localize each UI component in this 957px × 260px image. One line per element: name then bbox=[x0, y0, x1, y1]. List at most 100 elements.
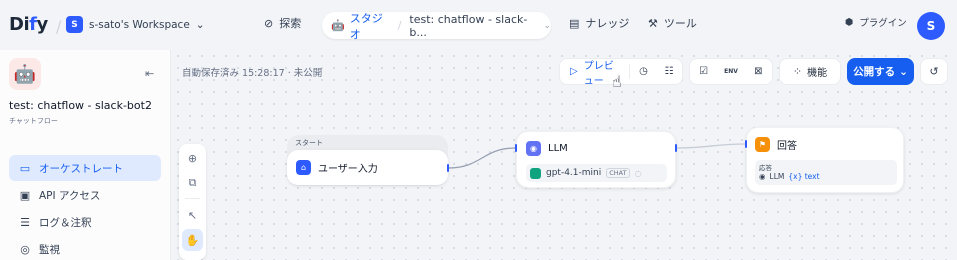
chevron-down-icon: ⌄ bbox=[899, 65, 908, 78]
model-settings-icon: ◌ bbox=[634, 168, 642, 178]
answer-node-title: 回答 bbox=[777, 141, 797, 152]
llm-mini-icon: ◉ bbox=[759, 172, 766, 181]
features-button[interactable]: ⁘ 機能 bbox=[779, 58, 841, 85]
llm-node-header: ◉ LLM bbox=[526, 141, 568, 156]
answer-var-name: {x} text bbox=[788, 172, 820, 181]
nav-explore-label: 探索 bbox=[279, 17, 302, 30]
top-bar: Dify / S s-sato's Workspace ⌄ ⊘ 探索 🤖 スタジ… bbox=[0, 0, 957, 50]
workspace-name: s-sato's Workspace bbox=[89, 18, 190, 31]
conversation-vars-button[interactable]: ☑ bbox=[690, 59, 717, 84]
canvas-tools: ⊕ ⧉ ↖ ✋ bbox=[179, 144, 206, 260]
llm-node-title: LLM bbox=[548, 143, 568, 154]
note-icon: ⧉ bbox=[188, 176, 197, 189]
sidebar-item-label: API アクセス bbox=[39, 189, 101, 202]
hand-icon: ✋ bbox=[185, 233, 200, 247]
model-name: gpt-4.1-mini bbox=[546, 168, 602, 178]
variable-button[interactable]: ⊠ bbox=[745, 59, 772, 84]
current-app-selector[interactable]: test: chatflow - slack-b... bbox=[409, 13, 532, 39]
hammer-icon: ⚒ bbox=[648, 16, 658, 30]
answer-var-node: LLM bbox=[769, 172, 785, 181]
env-icon: ENV bbox=[724, 68, 738, 75]
book-icon: ▤ bbox=[569, 16, 580, 30]
start-group-label: スタート bbox=[295, 139, 323, 147]
divider: / bbox=[56, 17, 62, 36]
chevron-down-icon: ⌄ bbox=[195, 18, 205, 31]
workspace-badge: S bbox=[66, 16, 83, 33]
answer-node-header: ⚑ 回答 bbox=[755, 137, 797, 152]
app-type: チャットフロー bbox=[9, 117, 58, 125]
model-mode-badge: CHAT bbox=[606, 168, 630, 178]
publish-label: 公開する bbox=[853, 66, 896, 78]
version-history-button[interactable]: ↺ bbox=[920, 58, 948, 85]
terminal-icon: ▣ bbox=[19, 188, 31, 202]
nav-plugins-label: プラグイン bbox=[859, 18, 907, 29]
sidebar-item-label: ログ＆注釈 bbox=[39, 216, 92, 229]
answer-node[interactable]: ⚑ 回答 応答 ◉ LLM {x} text bbox=[746, 127, 904, 193]
home-icon: ⌂ bbox=[296, 160, 311, 175]
sidebar-collapse-icon[interactable]: ⇤ bbox=[145, 67, 154, 80]
hand-tool[interactable]: ✋ bbox=[182, 229, 203, 251]
avatar[interactable]: S bbox=[917, 12, 945, 40]
workflow-canvas[interactable]: 自動保存済み 15:28:17 · 未公開 ▷ プレビュー ◷ ☷ ☑ ENV … bbox=[172, 50, 957, 260]
answer-variable: ◉ LLM {x} text bbox=[759, 172, 820, 181]
autosave-status: 自動保存済み 15:28:17 · 未公開 bbox=[182, 68, 323, 79]
nav-studio-label: スタジオ bbox=[349, 11, 383, 41]
sidebar-item-logs[interactable]: ☰ ログ＆注釈 bbox=[9, 209, 161, 235]
llm-node[interactable]: ◉ LLM gpt-4.1-mini CHAT ◌ bbox=[516, 131, 676, 188]
sidebar-item-label: 監視 bbox=[39, 243, 60, 256]
llm-model-selector[interactable]: gpt-4.1-mini CHAT ◌ bbox=[526, 164, 667, 182]
file-list-icon: ☰ bbox=[20, 215, 30, 229]
add-node-button[interactable]: ⊕ bbox=[179, 147, 206, 169]
nav-knowledge-label: ナレッジ bbox=[585, 17, 630, 30]
play-icon: ▷ bbox=[570, 66, 578, 77]
start-output-handle[interactable] bbox=[447, 164, 449, 172]
monitor-icon: ◎ bbox=[20, 242, 30, 256]
app-robot-icon: 🤖 bbox=[9, 58, 41, 90]
message-icon: ☑ bbox=[699, 66, 709, 77]
run-history-button[interactable]: ◷ bbox=[630, 59, 657, 84]
nav-studio[interactable]: 🤖 スタジオ / test: chatflow - slack-b... ⌄ bbox=[322, 11, 551, 41]
workspace-switcher[interactable]: S s-sato's Workspace ⌄ bbox=[66, 16, 205, 33]
dify-logo[interactable]: Dify bbox=[9, 14, 48, 35]
sidebar-item-orchestrate[interactable]: ▭ オーケストレート bbox=[9, 155, 161, 181]
answer-icon: ⚑ bbox=[755, 137, 770, 152]
variable-icon: ⊠ bbox=[754, 66, 763, 77]
nav-knowledge[interactable]: ▤ ナレッジ bbox=[569, 15, 629, 31]
checklist-button[interactable]: ☷ bbox=[657, 59, 681, 84]
robot-icon: 🤖 bbox=[331, 19, 345, 32]
cursor-icon: ↖ bbox=[187, 208, 198, 222]
compass-icon: ⊘ bbox=[264, 16, 274, 30]
add-note-button[interactable]: ⧉ bbox=[179, 172, 206, 194]
llm-brain-icon: ◉ bbox=[526, 141, 541, 156]
start-node-group[interactable]: スタート ⌂ ユーザー入力 bbox=[287, 135, 448, 186]
clock-play-icon: ◷ bbox=[639, 66, 648, 77]
grid-plus-icon: ⁘ bbox=[792, 65, 803, 78]
llm-output-handle[interactable] bbox=[675, 144, 677, 152]
publish-button[interactable]: 公開する ⌄ bbox=[847, 58, 914, 85]
nav-tools[interactable]: ⚒ ツール bbox=[648, 15, 697, 31]
nav-explore[interactable]: ⊘ 探索 bbox=[264, 15, 301, 31]
sidebar-item-api-access[interactable]: ▣ API アクセス bbox=[9, 182, 161, 208]
sidebar-item-monitor[interactable]: ◎ 監視 bbox=[9, 236, 161, 260]
chevron-down-icon[interactable]: ⌄ bbox=[543, 21, 551, 31]
nav-tools-label: ツール bbox=[663, 17, 697, 30]
start-node[interactable]: ⌂ ユーザー入力 bbox=[287, 150, 448, 185]
answer-input-handle[interactable] bbox=[745, 140, 747, 148]
nav-plugins[interactable]: ⬢ プラグイン bbox=[845, 15, 907, 30]
llm-input-handle[interactable] bbox=[515, 144, 517, 152]
env-button[interactable]: ENV bbox=[717, 59, 744, 84]
features-label: 機能 bbox=[807, 68, 828, 79]
checklist-icon: ☷ bbox=[664, 66, 674, 77]
hand-cursor-icon: ☝ bbox=[612, 72, 622, 91]
env-toolgroup: ☑ ENV ⊠ bbox=[689, 58, 773, 85]
app-name: test: chatflow - slack-bot2 bbox=[9, 99, 152, 112]
pointer-tool[interactable]: ↖ bbox=[179, 204, 206, 226]
history-icon: ↺ bbox=[929, 65, 939, 78]
sidebar: 🤖 ⇤ test: chatflow - slack-bot2 チャットフロー … bbox=[0, 50, 171, 260]
answer-content-box: 応答 ◉ LLM {x} text bbox=[755, 160, 897, 185]
answer-field-label: 応答 bbox=[759, 164, 772, 172]
cube-icon: ⬢ bbox=[845, 16, 854, 28]
start-node-title: ユーザー入力 bbox=[318, 164, 378, 175]
divider bbox=[185, 198, 200, 199]
sidebar-item-label: オーケストレート bbox=[39, 162, 123, 175]
